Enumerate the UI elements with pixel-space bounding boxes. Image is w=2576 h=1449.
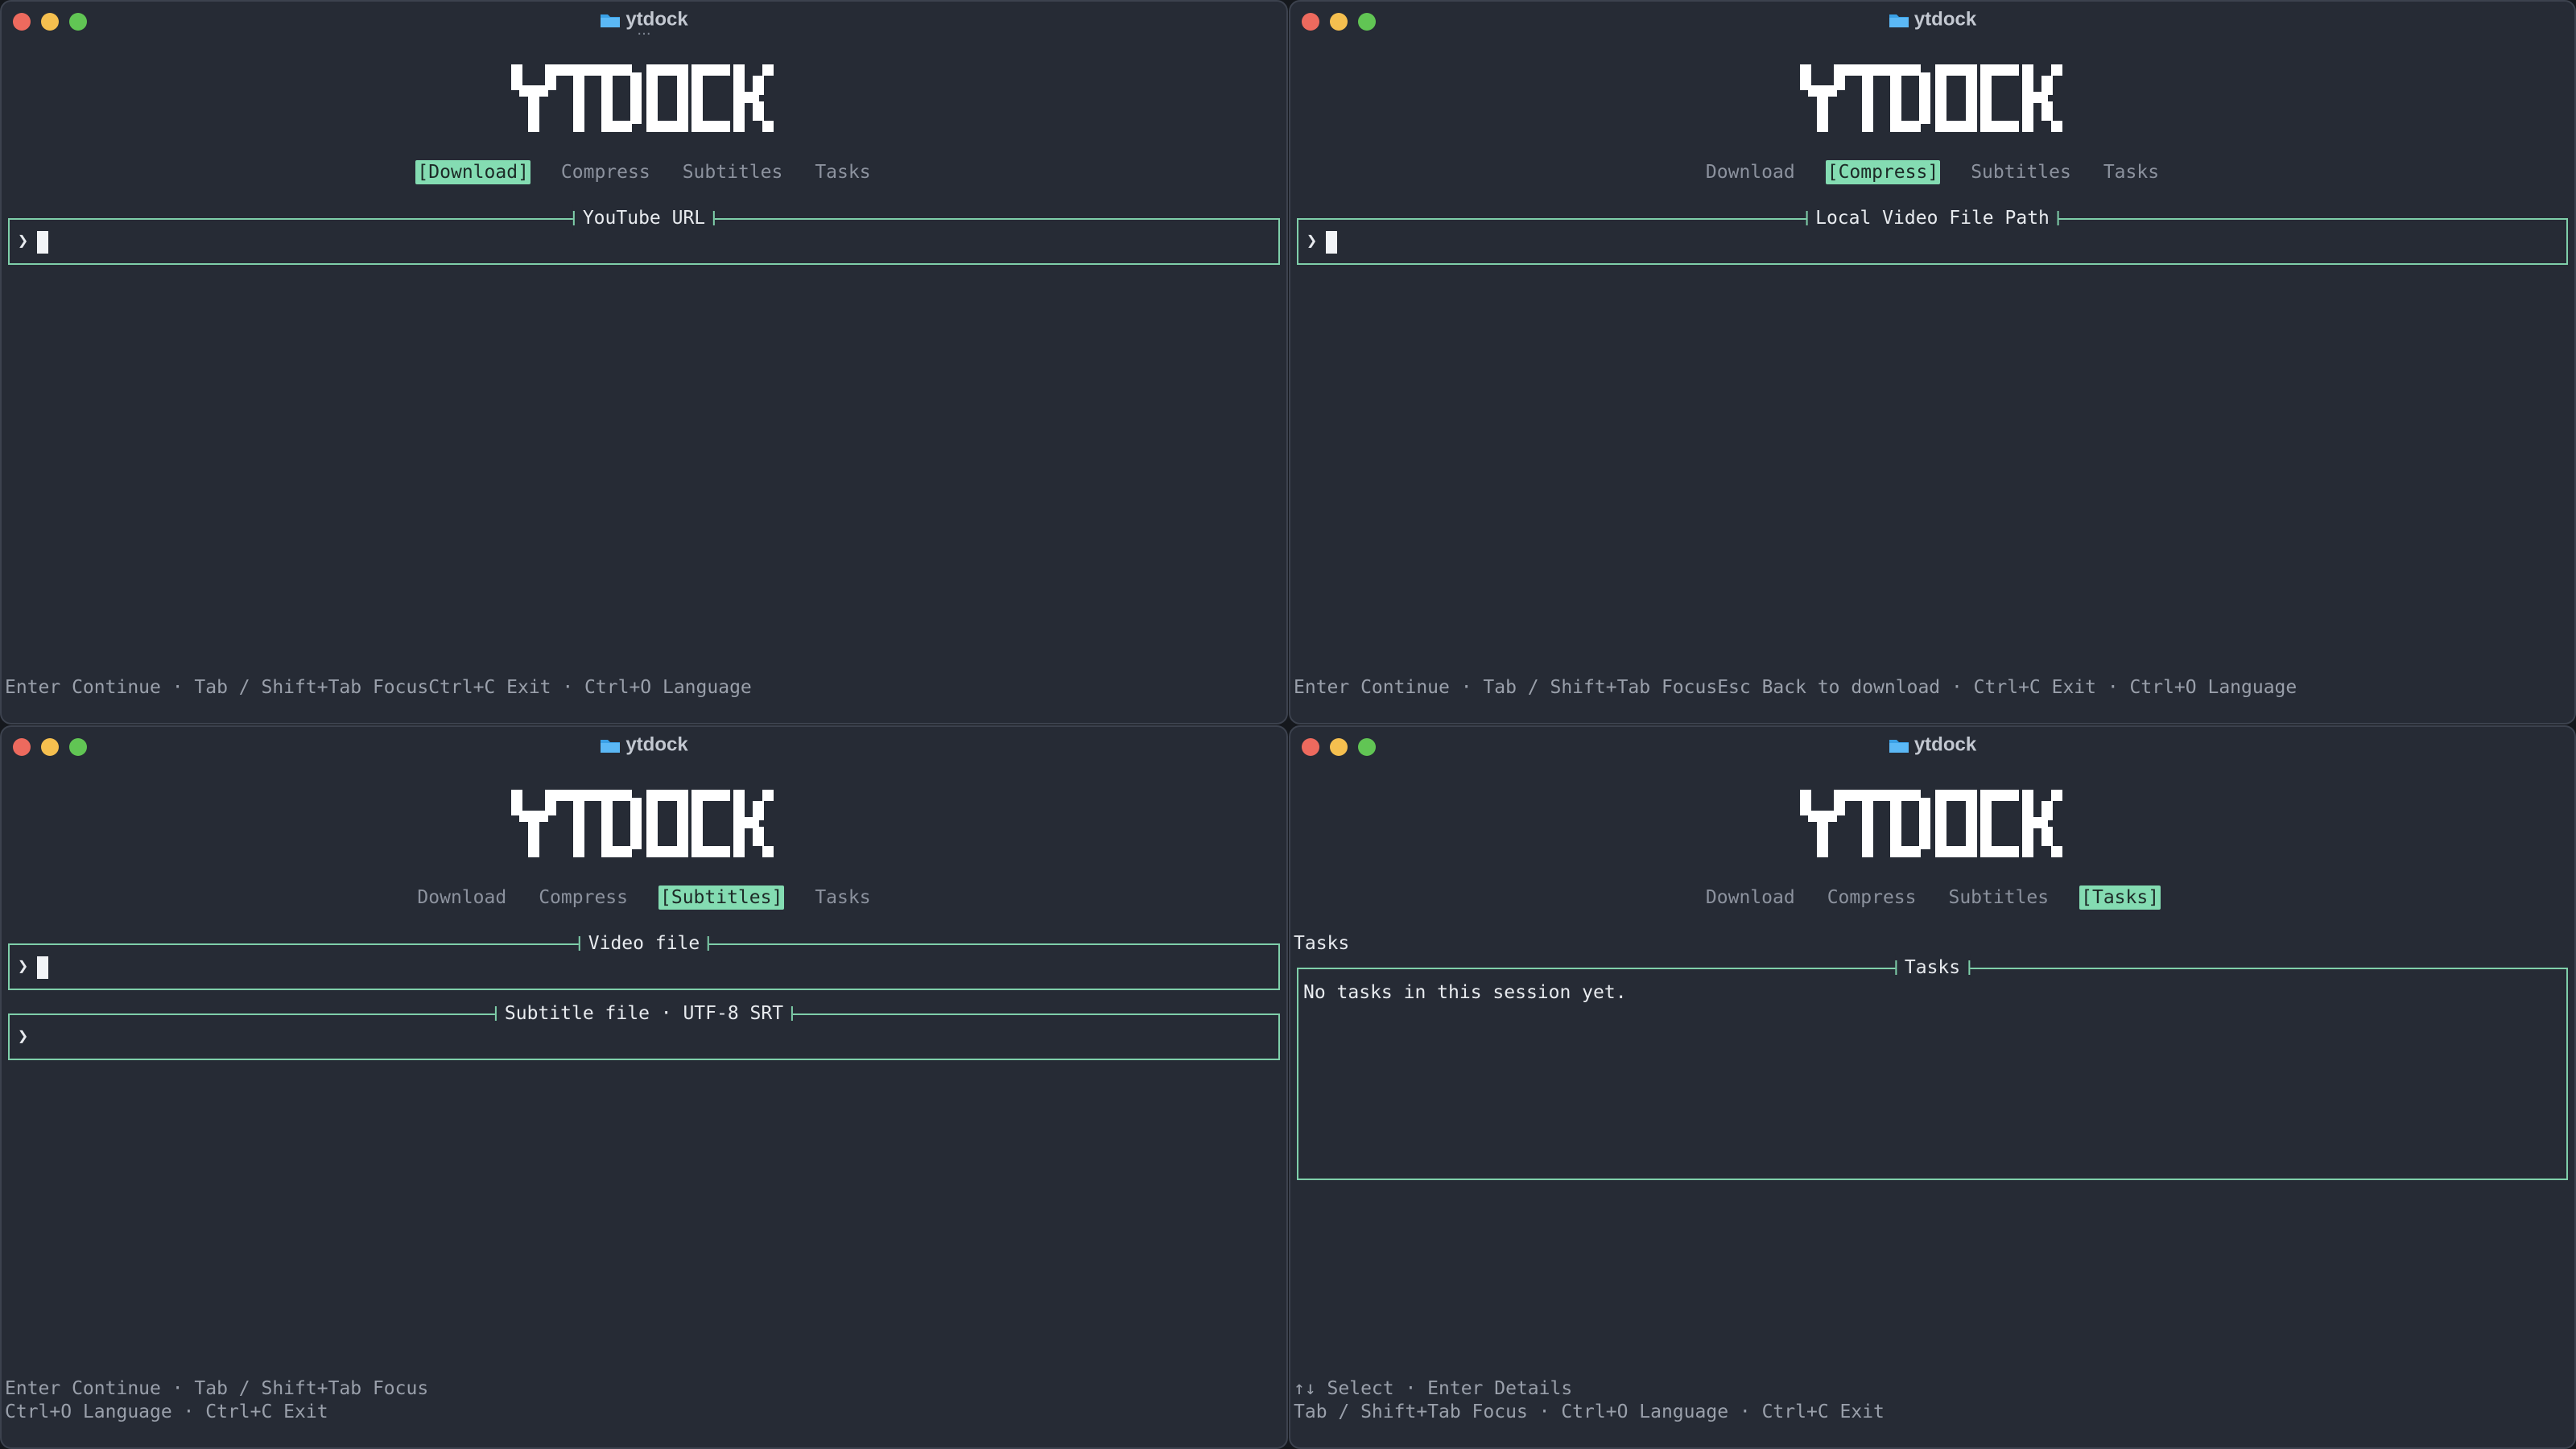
video-path-input[interactable]: Local Video File Path ❯ xyxy=(1297,204,2568,265)
field-label: YouTube URL xyxy=(572,204,716,232)
title-bar[interactable]: ytdock xyxy=(2,727,1286,762)
tab-download[interactable]: [Download] xyxy=(415,160,530,184)
window-download: ytdock ··· [Download] Compress Subtitles Ta… xyxy=(0,0,1288,724)
tab-bar: [Download] Compress Subtitles Tasks xyxy=(2,160,1286,184)
folder-icon xyxy=(1889,14,1909,27)
window-title: ytdock xyxy=(1290,733,2574,757)
field-label: Local Video File Path xyxy=(1806,204,2059,232)
empty-state-message: No tasks in this session yet. xyxy=(1303,982,1627,1003)
keyboard-hints: Enter Continue · Tab / Shift+Tab FocusEs… xyxy=(1294,677,2297,698)
keyboard-hints-line-1: ↑↓ Select · Enter Details xyxy=(1294,1378,1573,1399)
task-list[interactable]: Tasks No tasks in this session yet. xyxy=(1297,954,2568,1180)
task-list-label: Tasks xyxy=(1894,954,1971,981)
tab-bar: Download Compress Subtitles [Tasks] xyxy=(1290,886,2574,910)
keyboard-hints-line-1: Enter Continue · Tab / Shift+Tab Focus xyxy=(5,1378,429,1399)
prompt-symbol: ❯ xyxy=(18,231,29,251)
youtube-url-input[interactable]: YouTube URL ❯ xyxy=(8,204,1280,265)
window-compress: ytdock Download [Compress] Subtitles Tasks … xyxy=(1289,0,2576,724)
subtitle-file-input[interactable]: Subtitle file · UTF-8 SRT ❯ xyxy=(8,1000,1280,1060)
ytdock-logo xyxy=(511,64,774,132)
text-cursor xyxy=(1326,231,1337,254)
tab-subtitles[interactable]: Subtitles xyxy=(1969,160,2073,184)
window-title: ytdock xyxy=(1290,8,2574,31)
keyboard-hints-line-2: Ctrl+O Language · Ctrl+C Exit xyxy=(5,1402,328,1422)
ytdock-logo xyxy=(511,790,774,857)
tab-tasks[interactable]: Tasks xyxy=(2102,160,2161,184)
tab-download[interactable]: Download xyxy=(415,886,508,910)
tab-compress[interactable]: [Compress] xyxy=(1825,160,1941,184)
folder-icon xyxy=(601,14,621,27)
text-cursor xyxy=(37,231,48,254)
tab-tasks[interactable]: Tasks xyxy=(813,886,872,910)
ytdock-logo xyxy=(1799,790,2062,857)
tab-subtitles[interactable]: Subtitles xyxy=(1946,886,2050,910)
tab-compress[interactable]: Compress xyxy=(1826,886,1918,910)
window-tasks: ytdock Download Compress Subtitles [Tasks] … xyxy=(1289,725,2576,1449)
text-cursor xyxy=(37,956,48,979)
tasks-heading: Tasks xyxy=(1294,933,1350,954)
tab-tasks[interactable]: Tasks xyxy=(813,160,872,184)
keyboard-hints-line-2: Tab / Shift+Tab Focus · Ctrl+O Language … xyxy=(1294,1402,1885,1422)
drag-handle[interactable]: ··· xyxy=(2,27,1286,42)
ytdock-logo xyxy=(1799,64,2062,132)
field-label: Video file xyxy=(578,930,710,957)
tab-compress[interactable]: Compress xyxy=(559,160,652,184)
prompt-symbol: ❯ xyxy=(18,1026,29,1046)
keyboard-hints: Enter Continue · Tab / Shift+Tab FocusCt… xyxy=(5,677,752,698)
folder-icon xyxy=(1889,739,1909,753)
tab-download[interactable]: Download xyxy=(1704,160,1797,184)
tab-tasks[interactable]: [Tasks] xyxy=(2079,886,2161,910)
video-file-input[interactable]: Video file ❯ xyxy=(8,930,1280,990)
window-subtitles: ytdock Download Compress [Subtitles] Tasks … xyxy=(0,725,1288,1449)
tab-subtitles[interactable]: [Subtitles] xyxy=(658,886,785,910)
title-bar[interactable]: ytdock xyxy=(1290,727,2574,762)
tab-subtitles[interactable]: Subtitles xyxy=(681,160,785,184)
tab-compress[interactable]: Compress xyxy=(537,886,630,910)
tab-bar: Download [Compress] Subtitles Tasks xyxy=(1290,160,2574,184)
tab-bar: Download Compress [Subtitles] Tasks xyxy=(2,886,1286,910)
field-label: Subtitle file · UTF-8 SRT xyxy=(494,1000,794,1027)
title-bar[interactable]: ytdock ··· xyxy=(2,2,1286,42)
prompt-symbol: ❯ xyxy=(1307,231,1318,251)
title-bar[interactable]: ytdock xyxy=(1290,2,2574,37)
window-title: ytdock xyxy=(2,733,1286,757)
tab-download[interactable]: Download xyxy=(1704,886,1797,910)
prompt-symbol: ❯ xyxy=(18,956,29,976)
folder-icon xyxy=(601,739,621,753)
